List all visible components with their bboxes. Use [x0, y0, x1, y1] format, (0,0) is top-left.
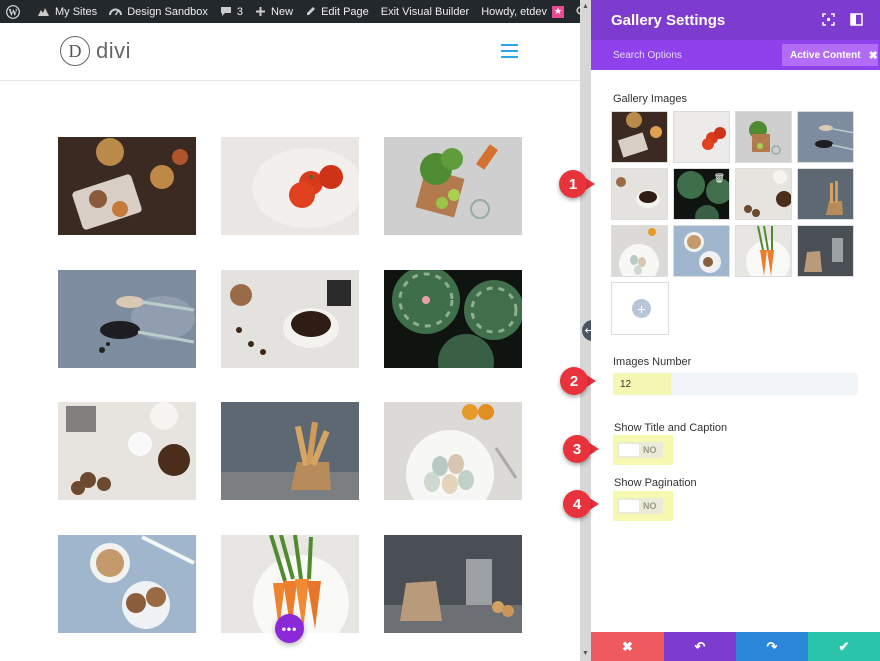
toggle-knob: [619, 500, 639, 512]
active-content-label: Active Content: [790, 49, 861, 61]
show-pagination-value: NO: [643, 501, 657, 511]
gallery-images-label: Gallery Images: [613, 93, 687, 105]
show-title-caption-label: Show Title and Caption: [614, 422, 728, 434]
images-number-input[interactable]: 12: [613, 373, 671, 395]
site-name-label: Design Sandbox: [127, 5, 208, 18]
undo-button[interactable]: ↶: [664, 632, 736, 661]
gallery-thumb-7[interactable]: [735, 168, 792, 220]
panel-header: Gallery Settings: [591, 0, 880, 40]
show-pagination-field: NO: [613, 491, 673, 521]
dock-panel-icon[interactable]: [850, 13, 863, 26]
expand-icon[interactable]: [822, 13, 835, 26]
active-content-tab[interactable]: Active Content ✖: [782, 44, 878, 66]
new-content-menu[interactable]: New: [249, 0, 299, 23]
gallery-image-1-desserts-candles[interactable]: [58, 137, 196, 235]
panel-title: Gallery Settings: [611, 11, 726, 29]
delete-image-icon[interactable]: 🗑: [714, 173, 725, 184]
callout-badge-2: 2: [560, 367, 588, 395]
exit-builder-label: Exit Visual Builder: [380, 5, 470, 18]
gallery-image-4-spoons-tea[interactable]: [58, 270, 196, 368]
edit-page-label: Edit Page: [321, 5, 369, 18]
gallery-image-6-pumpkins[interactable]: [384, 270, 522, 368]
callout-badge-3: 3: [563, 435, 591, 463]
gallery-thumb-10[interactable]: [673, 225, 730, 277]
site-logo[interactable]: D divi: [60, 36, 131, 66]
logo-mark: D: [60, 36, 90, 66]
panel-subheader: Search Options Active Content ✖: [591, 40, 880, 70]
comments-count: 3: [236, 5, 244, 18]
show-title-caption-toggle[interactable]: NO: [617, 442, 663, 458]
gallery-settings-panel: Gallery Settings Search Options Active C…: [591, 0, 880, 661]
gallery-image-5-coffee-cup[interactable]: [221, 270, 359, 368]
dashboard-icon: [109, 8, 123, 16]
new-label: New: [271, 5, 294, 18]
gallery-thumb-1[interactable]: [611, 111, 668, 163]
gallery-image-8-breadsticks-bag[interactable]: [221, 402, 359, 500]
greeting-label: Howdy, etdev: [481, 5, 548, 18]
gallery-thumb-9[interactable]: [611, 225, 668, 277]
exit-visual-builder-link[interactable]: Exit Visual Builder: [375, 0, 475, 23]
account-menu[interactable]: Howdy, etdev ★: [475, 0, 570, 23]
show-title-caption-field: NO: [613, 435, 673, 465]
show-pagination-toggle[interactable]: NO: [617, 498, 663, 514]
logo-text: divi: [96, 38, 132, 63]
gallery-image-2-tomatoes[interactable]: [221, 137, 359, 235]
comments-menu[interactable]: 3: [214, 0, 249, 23]
pencil-icon: [307, 7, 316, 15]
gallery-thumb-11[interactable]: [735, 225, 792, 277]
builder-more-button[interactable]: •••: [275, 614, 304, 643]
my-sites-label: My Sites: [55, 5, 98, 18]
add-icon: +: [632, 299, 651, 318]
gallery-thumb-6-selected[interactable]: 🗑: [673, 168, 730, 220]
search-options-input[interactable]: Search Options: [613, 50, 682, 61]
avatar: ★: [552, 5, 565, 18]
gallery-image-12-flour-bags[interactable]: [384, 535, 522, 633]
site-header: D divi: [0, 23, 580, 81]
scroll-down-arrow-icon[interactable]: ▼: [582, 650, 589, 657]
gallery-thumb-12[interactable]: [797, 225, 854, 277]
gallery-thumb-5[interactable]: [611, 168, 668, 220]
gallery-thumb-2[interactable]: [673, 111, 730, 163]
page-root: { "admin_bar": { "my_sites": "My Sites",…: [0, 0, 880, 661]
svg-text:W: W: [9, 7, 18, 17]
gallery-image-3-herbs-limes[interactable]: [384, 137, 522, 235]
comment-icon: [220, 7, 231, 16]
my-sites-icon: [38, 8, 49, 16]
toggle-knob: [619, 444, 639, 456]
close-icon: ✖: [622, 638, 633, 654]
redo-button[interactable]: ↷: [736, 632, 808, 661]
gallery-image-7-coffee-beans-cookies[interactable]: [58, 402, 196, 500]
show-pagination-label: Show Pagination: [614, 477, 697, 489]
gallery-thumb-8[interactable]: [797, 168, 854, 220]
callout-badge-1: 1: [559, 170, 587, 198]
hamburger-menu-icon[interactable]: [501, 44, 518, 58]
cancel-button[interactable]: ✖: [591, 632, 664, 661]
callout-badge-4: 4: [563, 490, 591, 518]
gallery-thumb-3[interactable]: [735, 111, 792, 163]
gallery-image-9-eggs-bowl[interactable]: [384, 402, 522, 500]
wordpress-logo-icon[interactable]: W: [0, 0, 31, 23]
show-title-caption-value: NO: [643, 445, 657, 455]
scroll-up-arrow-icon[interactable]: ▲: [582, 3, 589, 10]
checkmark-icon: ✔: [838, 638, 850, 654]
gallery-image-10-cookies-coffee[interactable]: [58, 535, 196, 633]
my-sites-menu[interactable]: My Sites: [31, 0, 103, 23]
site-name-menu[interactable]: Design Sandbox: [103, 0, 214, 23]
wp-admin-bar: W My Sites Design Sandbox 3 New Edit Pag…: [0, 0, 587, 23]
close-filter-icon[interactable]: ✖: [869, 49, 878, 62]
redo-icon: ↷: [766, 638, 778, 654]
undo-icon: ↶: [694, 638, 706, 654]
save-button[interactable]: ✔: [808, 632, 880, 661]
add-image-button[interactable]: +: [611, 282, 669, 335]
plus-icon: [256, 7, 266, 16]
images-number-label: Images Number: [613, 356, 692, 368]
gallery-thumb-4[interactable]: [797, 111, 854, 163]
edit-page-link[interactable]: Edit Page: [299, 0, 375, 23]
